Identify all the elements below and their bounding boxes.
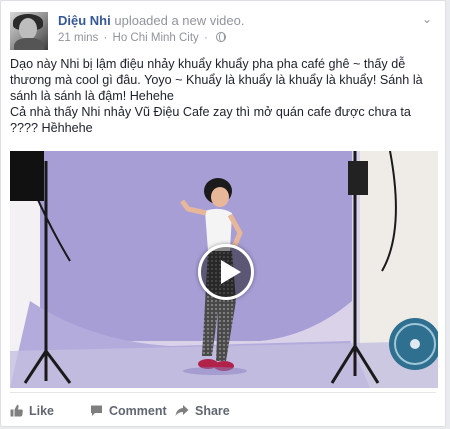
share-arrow-icon	[175, 404, 189, 420]
share-label: Share	[195, 404, 230, 418]
video-post-card: Diệu Nhi uploaded a new video. 21 mins ·…	[0, 0, 446, 427]
comment-label: Comment	[109, 404, 167, 418]
post-location[interactable]: Ho Chi Minh City	[113, 32, 199, 44]
author-name-link[interactable]: Diệu Nhi	[58, 13, 111, 28]
play-icon[interactable]	[198, 244, 254, 300]
author-avatar[interactable]	[10, 12, 48, 50]
post-action-text: uploaded a new video.	[114, 13, 245, 28]
post-actions-bar: Like Comment Share	[10, 392, 436, 426]
globe-icon[interactable]	[216, 32, 227, 42]
post-meta: 21 mins · Ho Chi Minh City ·	[58, 32, 227, 44]
like-label: Like	[29, 404, 55, 418]
comment-button[interactable]: Comment	[90, 404, 167, 420]
thumbs-up-icon	[10, 404, 23, 420]
post-body-line: Cả nhà thấy Nhi nhảy Vũ Điệu Cafe zay th…	[10, 105, 411, 135]
post-body-line: Dạo này Nhi bị lậm điệu nhảy khuẩy khuẩy…	[10, 57, 423, 103]
post-header: Diệu Nhi uploaded a new video. 21 mins ·…	[10, 10, 436, 50]
post-timestamp[interactable]: 21 mins	[58, 32, 98, 44]
share-button[interactable]: Share	[175, 404, 230, 420]
like-button[interactable]: Like	[10, 404, 54, 420]
speech-bubble-icon	[90, 404, 103, 420]
video-player[interactable]	[10, 151, 438, 388]
post-body: Dạo này Nhi bị lậm điệu nhảy khuẩy khuẩy…	[10, 56, 440, 136]
chevron-down-icon[interactable]: ⌄	[420, 12, 434, 26]
post-headline: Diệu Nhi uploaded a new video.	[58, 13, 244, 28]
